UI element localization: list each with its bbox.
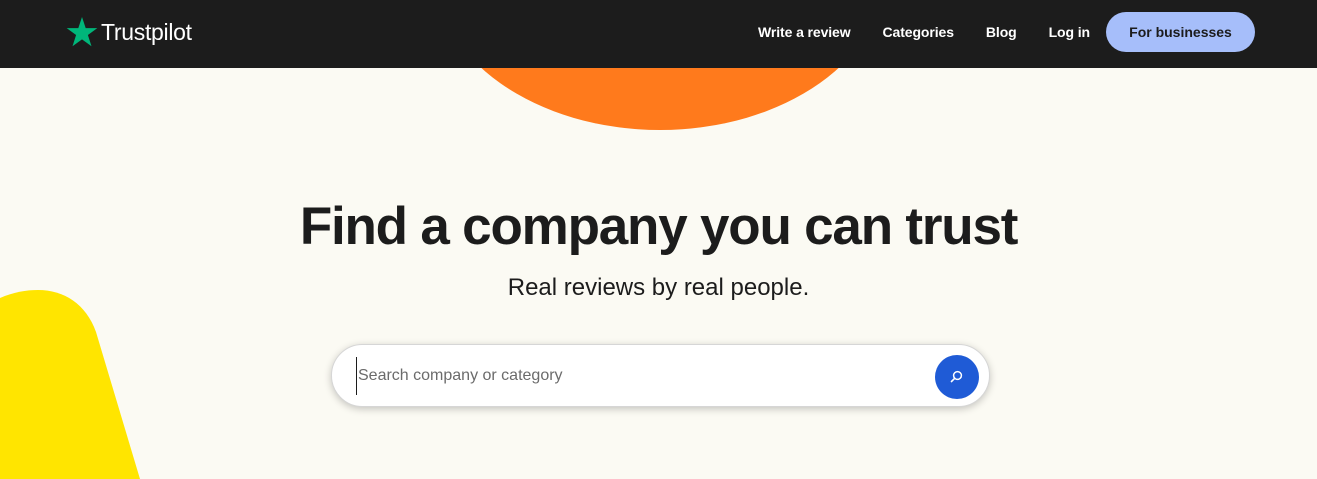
for-businesses-button[interactable]: For businesses <box>1106 12 1255 52</box>
search-button[interactable] <box>935 355 979 399</box>
nav-write-a-review[interactable]: Write a review <box>758 12 851 52</box>
search-input[interactable] <box>356 357 916 395</box>
star-icon <box>66 17 98 47</box>
hero-subtitle: Real reviews by real people. <box>507 274 810 301</box>
hero-title: Find a company you can trust <box>299 197 1019 256</box>
nav-blog[interactable]: Blog <box>986 12 1017 52</box>
search-bar <box>331 344 990 407</box>
nav-categories[interactable]: Categories <box>883 12 954 52</box>
nav-log-in[interactable]: Log in <box>1049 12 1090 52</box>
trustpilot-logo[interactable]: Trustpilot <box>66 14 192 50</box>
page: Trustpilot Write a review Categories Blo… <box>0 0 1317 479</box>
main-nav: Write a review Categories Blog Log in Fo… <box>758 12 1255 52</box>
logo-wordmark: Trustpilot <box>101 19 192 45</box>
top-navigation-bar: Trustpilot Write a review Categories Blo… <box>0 0 1317 68</box>
hero-section: Find a company you can trust Real review… <box>0 68 1317 479</box>
search-icon <box>950 370 963 383</box>
